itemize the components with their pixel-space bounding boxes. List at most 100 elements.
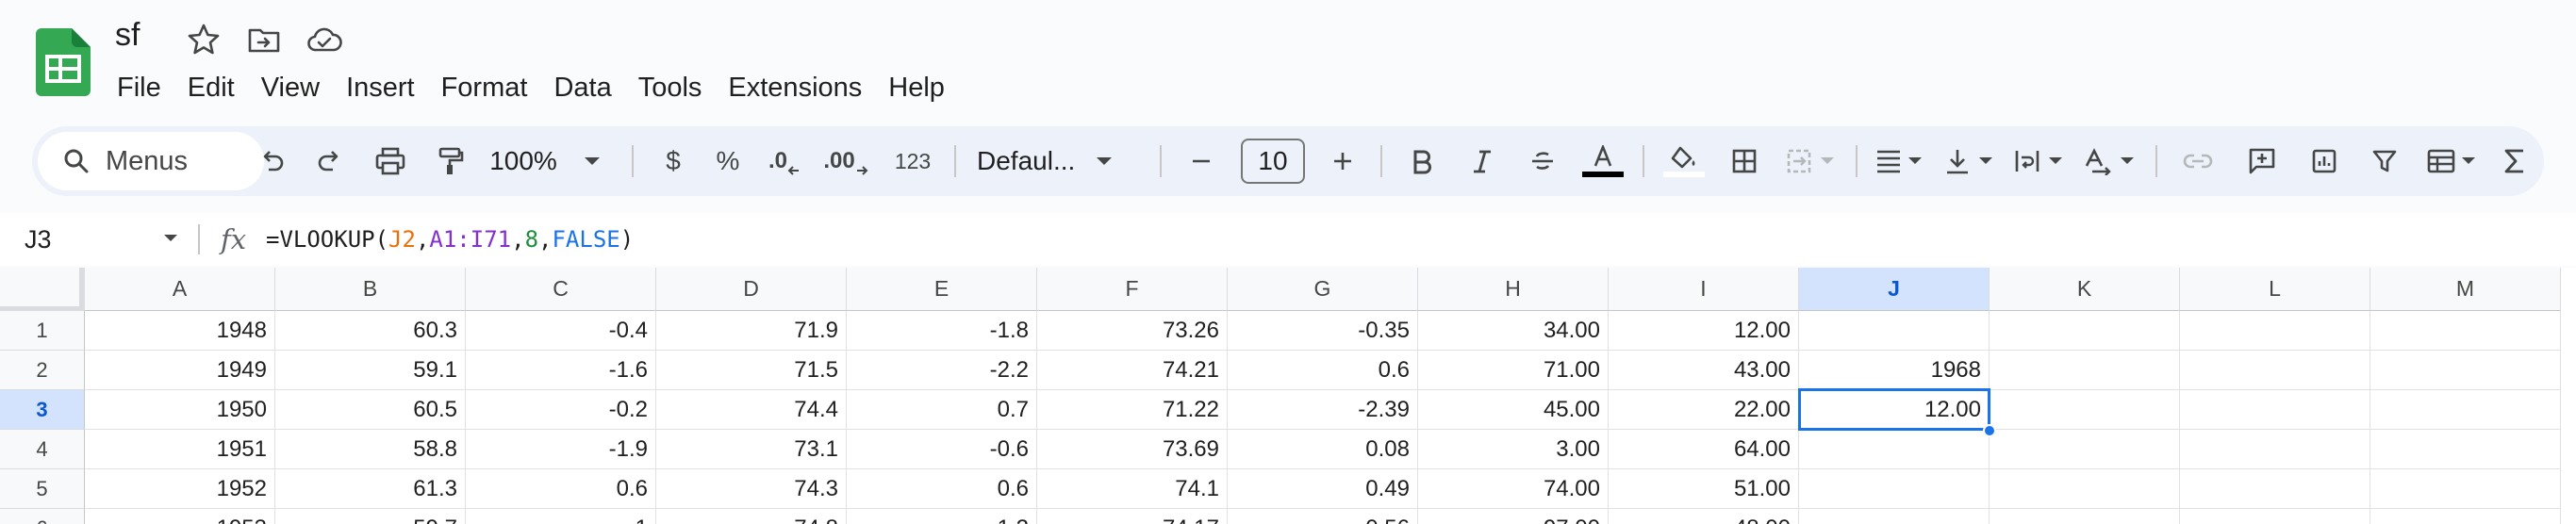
cell-b3[interactable]: 60.5 <box>275 390 466 430</box>
cell-j3[interactable]: 12.00 <box>1799 390 1990 430</box>
zoom-select[interactable]: 100% <box>485 126 607 196</box>
cell-l4[interactable] <box>2180 430 2370 469</box>
chevron-down-icon[interactable] <box>162 234 179 243</box>
cell-i6[interactable]: 48.00 <box>1609 509 1799 524</box>
cell-c1[interactable]: -0.4 <box>466 311 656 351</box>
cell-c2[interactable]: -1.6 <box>466 351 656 390</box>
cell-m5[interactable] <box>2370 469 2561 509</box>
text-wrapping-button[interactable] <box>2006 126 2071 196</box>
print-button[interactable] <box>360 126 421 196</box>
decrease-decimal-button[interactable]: .0 <box>756 126 813 196</box>
cell-f6[interactable]: 74.17 <box>1037 509 1228 524</box>
cell-d6[interactable]: 74.8 <box>656 509 847 524</box>
cloud-saved-icon[interactable] <box>305 21 343 58</box>
cell-e4[interactable]: -0.6 <box>847 430 1037 469</box>
strikethrough-button[interactable] <box>1514 126 1571 196</box>
document-title[interactable]: sf <box>115 17 140 54</box>
insert-comment-button[interactable] <box>2233 126 2291 196</box>
cell-l1[interactable] <box>2180 311 2370 351</box>
cell-e6[interactable]: 1.2 <box>847 509 1037 524</box>
font-family-select[interactable]: Defaul... <box>967 126 1137 196</box>
cell-e3[interactable]: 0.7 <box>847 390 1037 430</box>
cell-h2[interactable]: 71.00 <box>1418 351 1609 390</box>
menu-data[interactable]: Data <box>540 70 624 106</box>
column-header-l[interactable]: L <box>2180 268 2370 311</box>
cell-d2[interactable]: 71.5 <box>656 351 847 390</box>
cell-k6[interactable] <box>1990 509 2180 524</box>
menu-view[interactable]: View <box>248 70 333 106</box>
menu-edit[interactable]: Edit <box>174 70 248 106</box>
cell-d1[interactable]: 71.9 <box>656 311 847 351</box>
cell-k4[interactable] <box>1990 430 2180 469</box>
increase-decimal-button[interactable]: .00 <box>815 126 877 196</box>
cell-a3[interactable]: 1950 <box>85 390 275 430</box>
cell-i5[interactable]: 51.00 <box>1609 469 1799 509</box>
cell-d4[interactable]: 73.1 <box>656 430 847 469</box>
cell-m4[interactable] <box>2370 430 2561 469</box>
cell-l5[interactable] <box>2180 469 2370 509</box>
insert-chart-button[interactable] <box>2295 126 2353 196</box>
more-formats-button[interactable]: 123 <box>884 126 941 196</box>
cell-f5[interactable]: 74.1 <box>1037 469 1228 509</box>
menu-extensions[interactable]: Extensions <box>715 70 875 106</box>
bold-button[interactable] <box>1394 126 1450 196</box>
cell-g1[interactable]: -0.35 <box>1228 311 1418 351</box>
cell-c3[interactable]: -0.2 <box>466 390 656 430</box>
filter-button[interactable] <box>2355 126 2414 196</box>
menu-tools[interactable]: Tools <box>625 70 716 106</box>
row-header-4[interactable]: 4 <box>0 430 85 469</box>
cell-m6[interactable] <box>2370 509 2561 524</box>
cell-m3[interactable] <box>2370 390 2561 430</box>
cell-j5[interactable] <box>1799 469 1990 509</box>
fill-color-button[interactable] <box>1656 126 1712 196</box>
menu-file[interactable]: File <box>115 70 174 106</box>
cell-j6[interactable] <box>1799 509 1990 524</box>
cell-b6[interactable]: 59.7 <box>275 509 466 524</box>
cell-c6[interactable]: -1 <box>466 509 656 524</box>
row-header-5[interactable]: 5 <box>0 469 85 509</box>
format-percent-button[interactable]: % <box>702 126 754 196</box>
cell-d5[interactable]: 74.3 <box>656 469 847 509</box>
menu-insert[interactable]: Insert <box>333 70 428 106</box>
cell-l3[interactable] <box>2180 390 2370 430</box>
italic-button[interactable] <box>1454 126 1511 196</box>
menu-format[interactable]: Format <box>428 70 541 106</box>
column-header-g[interactable]: G <box>1228 268 1418 311</box>
cell-i3[interactable]: 22.00 <box>1609 390 1799 430</box>
cell-a5[interactable]: 1952 <box>85 469 275 509</box>
functions-button[interactable] <box>2491 126 2538 196</box>
cell-b1[interactable]: 60.3 <box>275 311 466 351</box>
cell-m2[interactable] <box>2370 351 2561 390</box>
select-all-corner[interactable] <box>0 268 85 311</box>
cell-h6[interactable]: 97.00 <box>1418 509 1609 524</box>
star-icon[interactable] <box>185 21 223 58</box>
column-header-a[interactable]: A <box>85 268 275 311</box>
row-header-3[interactable]: 3 <box>0 390 85 430</box>
column-header-m[interactable]: M <box>2370 268 2561 311</box>
search-menus-button[interactable]: Menus <box>38 132 264 190</box>
cell-m1[interactable] <box>2370 311 2561 351</box>
cell-h1[interactable]: 34.00 <box>1418 311 1609 351</box>
cell-e5[interactable]: 0.6 <box>847 469 1037 509</box>
cell-g6[interactable]: 0.56 <box>1228 509 1418 524</box>
row-header-6[interactable]: 6 <box>0 509 85 524</box>
vertical-align-button[interactable] <box>1937 126 2001 196</box>
cell-b2[interactable]: 59.1 <box>275 351 466 390</box>
cell-j2[interactable]: 1968 <box>1799 351 1990 390</box>
cell-e1[interactable]: -1.8 <box>847 311 1037 351</box>
column-header-e[interactable]: E <box>847 268 1037 311</box>
cell-k1[interactable] <box>1990 311 2180 351</box>
text-color-button[interactable] <box>1575 126 1631 196</box>
cell-d3[interactable]: 74.4 <box>656 390 847 430</box>
cell-c4[interactable]: -1.9 <box>466 430 656 469</box>
cell-k2[interactable] <box>1990 351 2180 390</box>
decrease-font-size-button[interactable] <box>1175 126 1228 196</box>
cell-a2[interactable]: 1949 <box>85 351 275 390</box>
horizontal-align-button[interactable] <box>1869 126 1929 196</box>
cell-b4[interactable]: 58.8 <box>275 430 466 469</box>
cell-i2[interactable]: 43.00 <box>1609 351 1799 390</box>
sheets-logo-icon[interactable] <box>36 28 91 96</box>
cell-a6[interactable]: 1953 <box>85 509 275 524</box>
cell-f3[interactable]: 71.22 <box>1037 390 1228 430</box>
paint-format-button[interactable] <box>422 126 479 196</box>
